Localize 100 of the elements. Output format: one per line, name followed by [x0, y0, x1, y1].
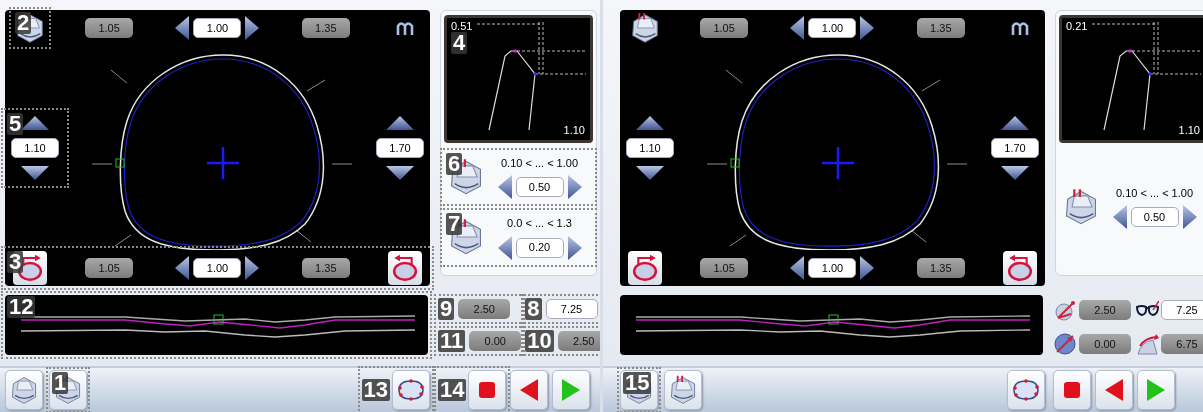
rotate-icon [390, 253, 420, 283]
callout-number: 7 [446, 213, 463, 235]
next-icon [1147, 379, 1165, 401]
rotate-button[interactable] [1003, 251, 1037, 285]
callout-number: 9 [438, 298, 455, 320]
value-field: 1.35 [301, 258, 350, 278]
callout-number: 1 [52, 372, 69, 394]
callout-number: 2 [15, 12, 32, 34]
up-arrow-button[interactable] [386, 116, 414, 130]
back-icon [520, 379, 539, 401]
value-field[interactable]: 7.25 [545, 299, 598, 319]
callout-number: 11 [438, 330, 466, 352]
value-field[interactable]: 0.50 [515, 177, 564, 197]
back-icon [1105, 379, 1123, 401]
next-icon [562, 379, 581, 401]
rotate-button[interactable] [388, 251, 422, 285]
up-arrow-button[interactable] [1001, 116, 1029, 130]
value-field: 0.00 [469, 331, 522, 351]
down-arrow-button[interactable] [1001, 166, 1029, 180]
callout-number: 13 [361, 379, 390, 401]
down-arrow-button[interactable] [636, 166, 664, 180]
value-field: 1.35 [916, 258, 965, 278]
callout-number: 15 [623, 372, 652, 394]
left-arrow-button[interactable] [175, 256, 190, 280]
callout-number: 3 [7, 251, 24, 273]
value-field: 1.05 [700, 18, 749, 38]
mode-button[interactable] [664, 370, 702, 410]
profile-value: 1.10 [561, 124, 587, 137]
profile-value: 0.21 [1064, 20, 1090, 33]
value-field[interactable]: 1.00 [193, 258, 242, 278]
rotate-button[interactable] [628, 251, 662, 285]
right-arrow-button[interactable] [860, 256, 875, 280]
value-field[interactable]: 1.70 [376, 138, 424, 158]
callout-number: 10 [525, 330, 554, 352]
callout-number: 6 [446, 152, 463, 175]
stop-button[interactable] [468, 370, 507, 410]
left-arrow-button[interactable] [175, 16, 190, 40]
value-field: 1.05 [700, 258, 749, 278]
profile-value: 1.10 [1176, 124, 1202, 137]
right-arrow-button[interactable] [860, 16, 875, 40]
value-field[interactable]: 0.50 [1130, 207, 1179, 228]
right-arrow-button[interactable] [567, 235, 582, 260]
right-arrow-button[interactable] [245, 256, 260, 280]
lens-shape-icon [396, 378, 426, 402]
logo-icon [1011, 20, 1029, 36]
value-field: 1.05 [85, 18, 134, 38]
left-arrow-button[interactable] [497, 175, 512, 199]
profile-value: 0.51 [449, 20, 475, 33]
value-field: 2.50 [557, 331, 600, 351]
value-field: 1.35 [916, 18, 965, 38]
value-field[interactable]: 1.00 [193, 18, 242, 38]
back-button[interactable] [1095, 370, 1133, 410]
stop-button[interactable] [1053, 370, 1091, 410]
mode-button[interactable] [5, 370, 43, 410]
mode-button[interactable]: 15 [620, 370, 658, 410]
callout-number: 5 [7, 113, 24, 135]
right-arrow-button[interactable] [245, 16, 260, 40]
shape-button[interactable] [1007, 370, 1045, 410]
value-field: 0.00 [1079, 334, 1131, 354]
angle-icon [1053, 298, 1077, 322]
left-arrow-button[interactable] [790, 16, 805, 40]
mode-button[interactable]: 1 [49, 370, 87, 410]
range-label: 0.10 < ... < 1.00 [1115, 185, 1194, 201]
value-field[interactable]: 1.00 [808, 258, 857, 278]
callout-number: 14 [438, 379, 467, 401]
crosshair-icon [207, 147, 239, 179]
value-field[interactable]: 1.10 [626, 138, 674, 158]
up-arrow-button[interactable] [21, 116, 49, 130]
value-field[interactable]: 1.70 [991, 138, 1039, 158]
curve-icon [1135, 332, 1159, 356]
sphere-icon [1053, 332, 1077, 356]
shape-button[interactable] [392, 370, 430, 410]
left-arrow-button[interactable] [790, 256, 805, 280]
value-field[interactable]: 1.10 [11, 138, 59, 158]
marker-square [115, 158, 125, 168]
right-arrow-button[interactable] [1182, 205, 1197, 230]
rotate-icon [1005, 253, 1035, 283]
left-arrow-button[interactable] [1112, 205, 1127, 230]
value-field: 1.05 [85, 258, 134, 278]
callout-number: 4 [451, 32, 468, 54]
stop-icon [478, 381, 497, 399]
stop-icon [1063, 381, 1081, 399]
marker-square [730, 158, 740, 168]
value-field[interactable]: 1.00 [808, 18, 857, 38]
value-field: 2.50 [458, 299, 511, 319]
right-arrow-button[interactable] [567, 175, 582, 199]
value-field[interactable]: 0.20 [515, 237, 564, 258]
up-arrow-button[interactable] [636, 116, 664, 130]
range-label: 0.10 < ... < 1.00 [500, 155, 579, 171]
down-arrow-button[interactable] [386, 166, 414, 180]
back-button[interactable] [510, 370, 549, 410]
callout-number: 12 [7, 296, 36, 318]
rotate-icon [630, 253, 660, 283]
value-field: 1.35 [301, 18, 350, 38]
down-arrow-button[interactable] [21, 166, 49, 180]
left-arrow-button[interactable] [497, 235, 512, 260]
crosshair-icon [822, 147, 854, 179]
value-field[interactable]: 7.25 [1161, 300, 1203, 320]
range-label: 0.0 < ... < 1.3 [507, 216, 572, 231]
logo-icon [396, 20, 414, 36]
